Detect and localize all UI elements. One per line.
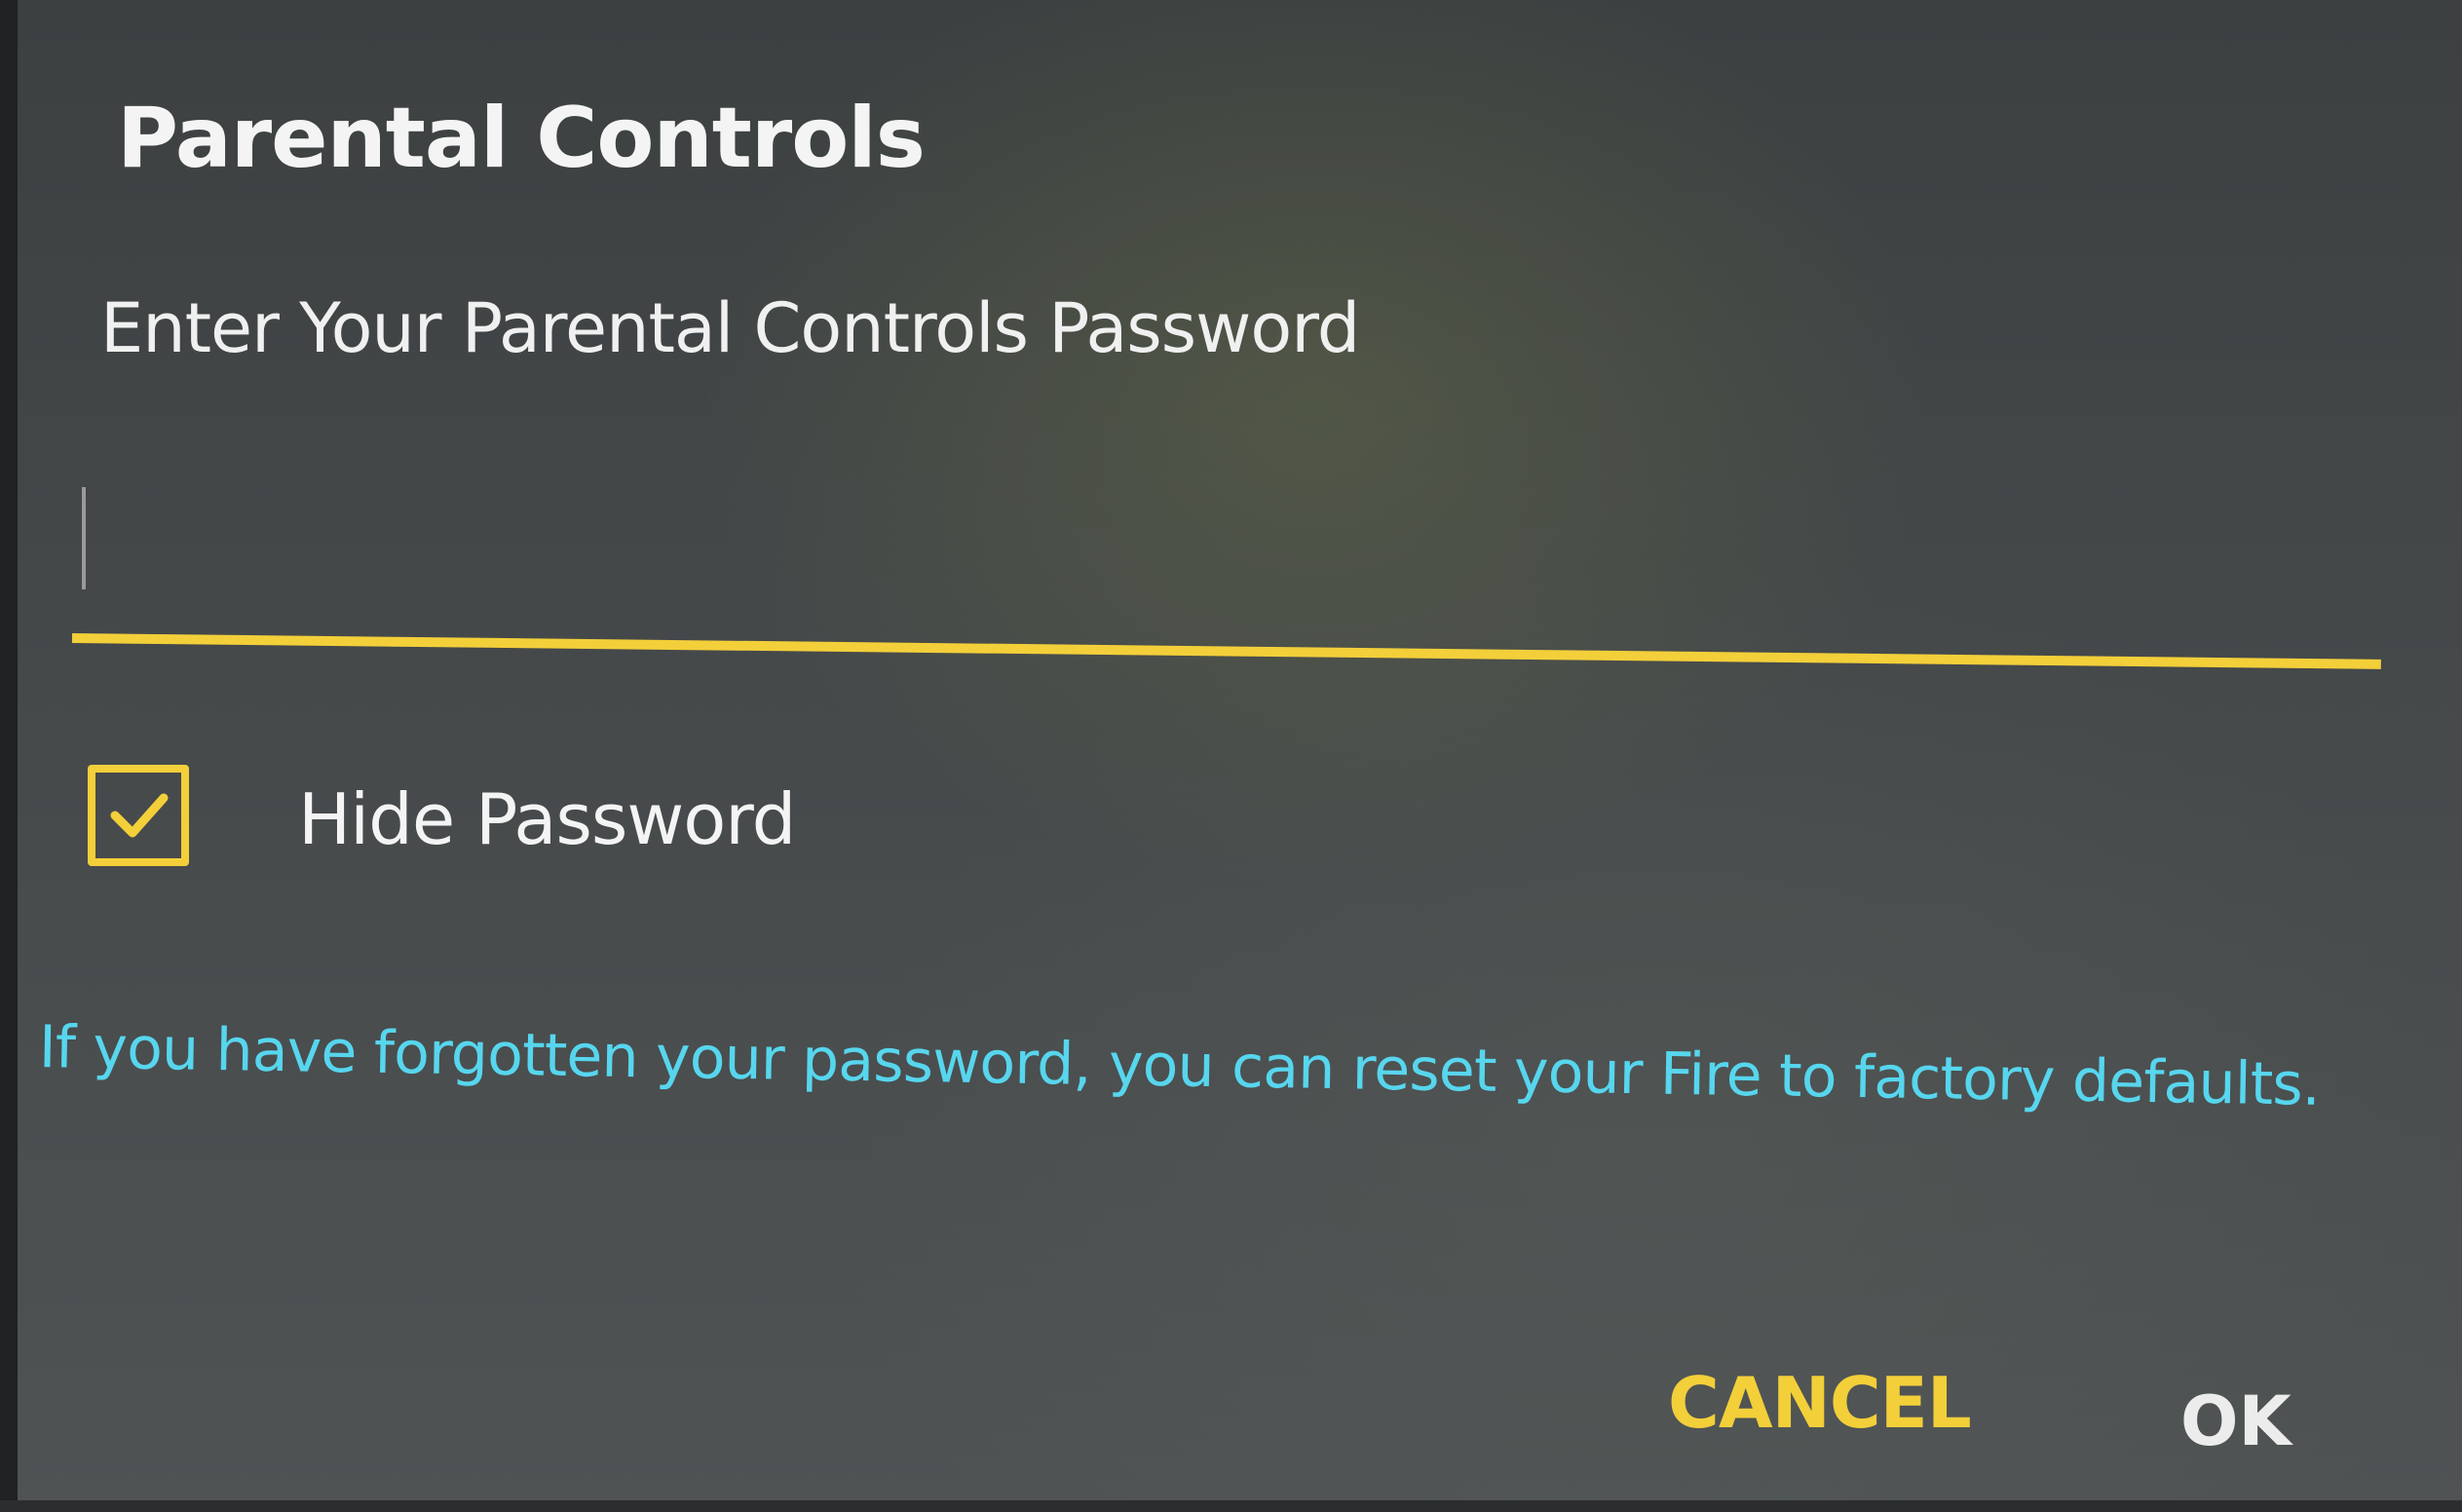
text-cursor	[82, 487, 86, 589]
hide-password-label: Hide Password	[298, 778, 796, 860]
hide-password-checkbox[interactable]	[88, 765, 189, 866]
password-field-underline	[71, 633, 2381, 669]
password-input[interactable]	[72, 458, 2381, 633]
screen-bottom-edge	[0, 1500, 2462, 1512]
ok-button[interactable]: OK	[2180, 1381, 2292, 1461]
dialog-title: Parental Controls	[117, 90, 926, 187]
reset-factory-defaults-link[interactable]: If you have forgotten your password, you…	[38, 1013, 2320, 1119]
hide-password-row[interactable]: Hide Password	[88, 765, 828, 882]
cancel-button[interactable]: CANCEL	[1668, 1362, 1972, 1444]
parental-controls-dialog: Parental Controls Enter Your Parental Co…	[0, 0, 2462, 1512]
password-prompt: Enter Your Parental Controls Password	[100, 288, 1360, 368]
checkmark-icon	[110, 793, 169, 838]
screen: Parental Controls Enter Your Parental Co…	[0, 0, 2462, 1512]
